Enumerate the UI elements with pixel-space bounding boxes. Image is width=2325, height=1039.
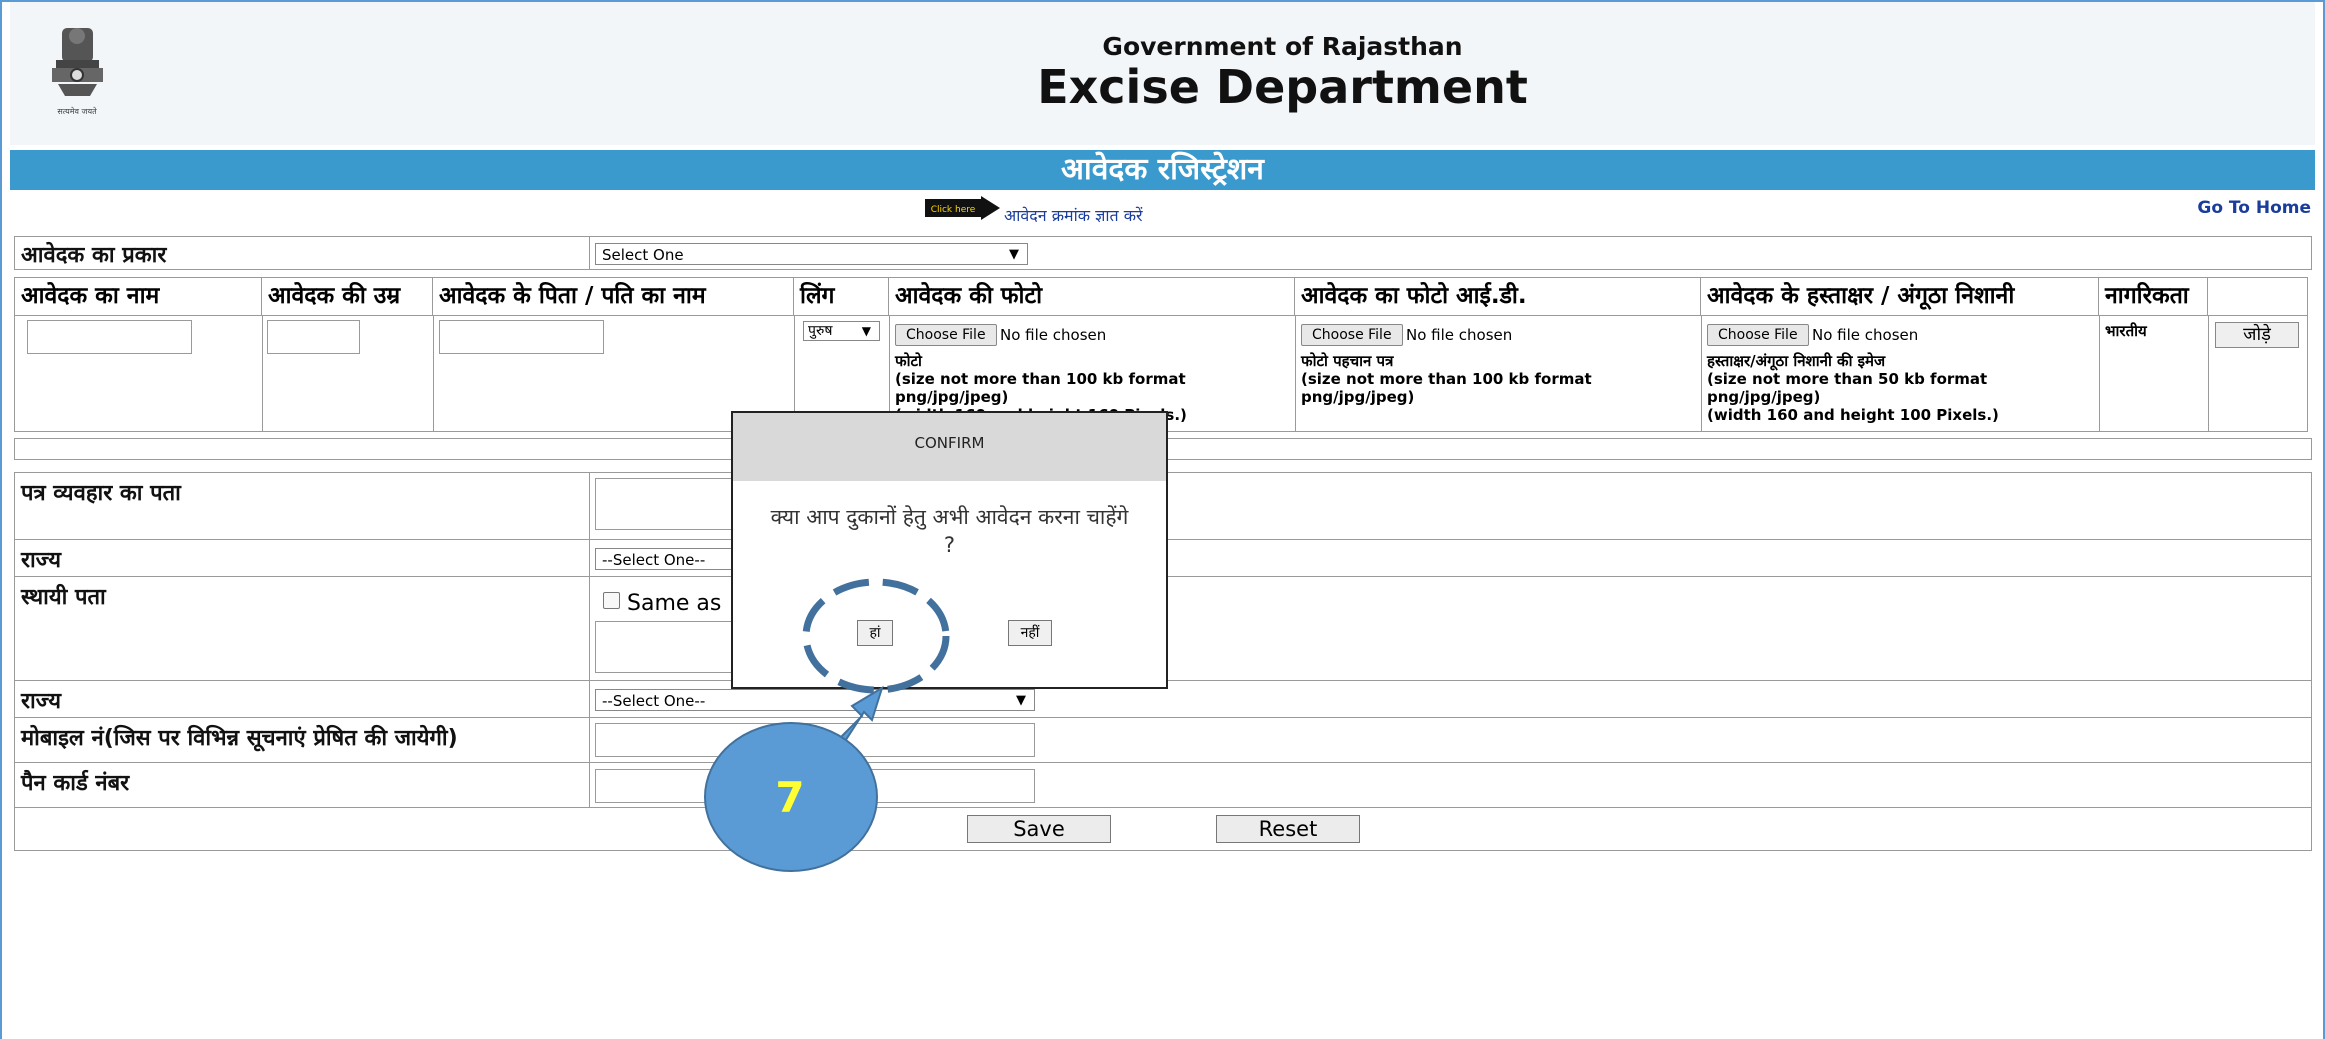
correspondence-address-label: पत्र व्यवहार का पता: [21, 481, 181, 506]
permanent-state-label: राज्य: [21, 689, 62, 714]
divider: [433, 315, 434, 431]
photo-file-status: No file chosen: [1000, 326, 1107, 344]
confirm-dialog-title: CONFIRM: [733, 413, 1166, 481]
divider: [589, 473, 590, 539]
gender-select[interactable]: पुरुष ▼: [803, 321, 880, 341]
pan-label: पैन कार्ड नंबर: [21, 771, 130, 796]
divider: [589, 718, 590, 762]
no-button[interactable]: नहीं: [1008, 620, 1052, 646]
department-title: Excise Department: [1037, 60, 1528, 114]
confirm-dialog: CONFIRM क्या आप दुकानों हेतु अभी आवेदन क…: [731, 411, 1168, 689]
column-header-signature: आवेदक के हस्ताक्षर / अंगूठा निशानी: [1701, 278, 2099, 315]
same-as-checkbox[interactable]: [603, 592, 620, 609]
mobile-row: मोबाइल नं(जिस पर विभिन्न सूचनाएं प्रेषित…: [14, 717, 2312, 763]
applicant-age-input[interactable]: [267, 320, 360, 354]
step-number: 7: [775, 773, 805, 822]
divider: [589, 763, 590, 807]
signature-hint: हस्ताक्षर/अंगूठा निशानी की इमेज (size no…: [1707, 352, 1999, 424]
pan-row: पैन कार्ड नंबर: [14, 762, 2312, 808]
page-header: सत्यमेव जयते Government of Rajasthan Exc…: [10, 2, 2315, 145]
divider: [589, 540, 590, 576]
photo-id-choose-file-button[interactable]: Choose File: [1301, 324, 1403, 346]
column-header-gender: लिंग: [794, 278, 889, 315]
yes-button[interactable]: हां: [857, 620, 893, 646]
go-to-home-link[interactable]: Go To Home: [2197, 198, 2311, 218]
divider: [1295, 315, 1296, 431]
column-header-age: आवेदक की उम्र: [262, 278, 433, 315]
applicant-name-input[interactable]: [27, 320, 192, 354]
save-button[interactable]: Save: [967, 815, 1111, 843]
father-name-input[interactable]: [439, 320, 604, 354]
applicant-type-select[interactable]: Select One ▼: [595, 243, 1028, 265]
column-header-action: [2208, 278, 2307, 315]
applicant-type-row: आवेदक का प्रकार Select One ▼: [14, 236, 2312, 270]
confirm-dialog-message: क्या आप दुकानों हेतु अभी आवेदन करना चाहे…: [770, 505, 1129, 557]
mobile-label: मोबाइल नं(जिस पर विभिन्न सूचनाएं प्रेषित…: [21, 726, 458, 751]
photo-id-file-status: No file chosen: [1406, 326, 1513, 344]
signature-choose-file-button[interactable]: Choose File: [1707, 324, 1809, 346]
government-title: Government of Rajasthan: [1102, 32, 1463, 61]
divider: [2099, 315, 2100, 431]
header-divider: [15, 315, 2307, 316]
signature-file-status: No file chosen: [1812, 326, 1919, 344]
column-header-name: आवेदक का नाम: [15, 278, 262, 315]
permanent-state-select[interactable]: --Select One-- ▼: [595, 689, 1035, 711]
divider: [589, 237, 590, 269]
divider: [589, 681, 590, 717]
same-as-label: Same as: [627, 591, 722, 616]
know-application-number-link[interactable]: आवेदन क्रमांक ज्ञात करें: [1004, 204, 1143, 226]
citizenship-value: भारतीय: [2105, 322, 2147, 340]
photo-choose-file-button[interactable]: Choose File: [895, 324, 997, 346]
registration-banner: आवेदक रजिस्ट्रेशन: [10, 150, 2315, 190]
state-label: राज्य: [21, 548, 62, 573]
divider: [1701, 315, 1702, 431]
svg-text:Click here: Click here: [931, 205, 976, 215]
dropdown-arrow-icon: ▼: [1016, 693, 1026, 708]
window-border-left: [0, 0, 2, 1039]
actions-row: Save Reset: [14, 807, 2312, 851]
divider: [2208, 315, 2209, 431]
dropdown-arrow-icon: ▼: [1009, 247, 1019, 262]
column-header-father-name: आवेदक के पिता / पति का नाम: [433, 278, 794, 315]
applicant-type-label: आवेदक का प्रकार: [21, 243, 167, 268]
permanent-address-label: स्थायी पता: [21, 585, 106, 610]
column-header-citizenship: नागरिकता: [2099, 278, 2208, 315]
photo-id-hint: फोटो पहचान पत्र (size not more than 100 …: [1301, 352, 1592, 406]
column-header-photo: आवेदक की फोटो: [889, 278, 1295, 315]
click-here-arrow-icon[interactable]: Click here: [925, 196, 1000, 220]
applicant-details-table: आवेदक का नाम आवेदक की उम्र आवेदक के पिता…: [14, 277, 2308, 432]
dropdown-arrow-icon: ▼: [861, 324, 871, 338]
divider: [262, 315, 263, 431]
divider: [589, 577, 590, 680]
column-header-photo-id: आवेदक का फोटो आई.डी.: [1295, 278, 1701, 315]
mobile-input[interactable]: [595, 723, 1035, 757]
reset-button[interactable]: Reset: [1216, 815, 1360, 843]
add-applicant-button[interactable]: जोड़े: [2215, 322, 2299, 348]
